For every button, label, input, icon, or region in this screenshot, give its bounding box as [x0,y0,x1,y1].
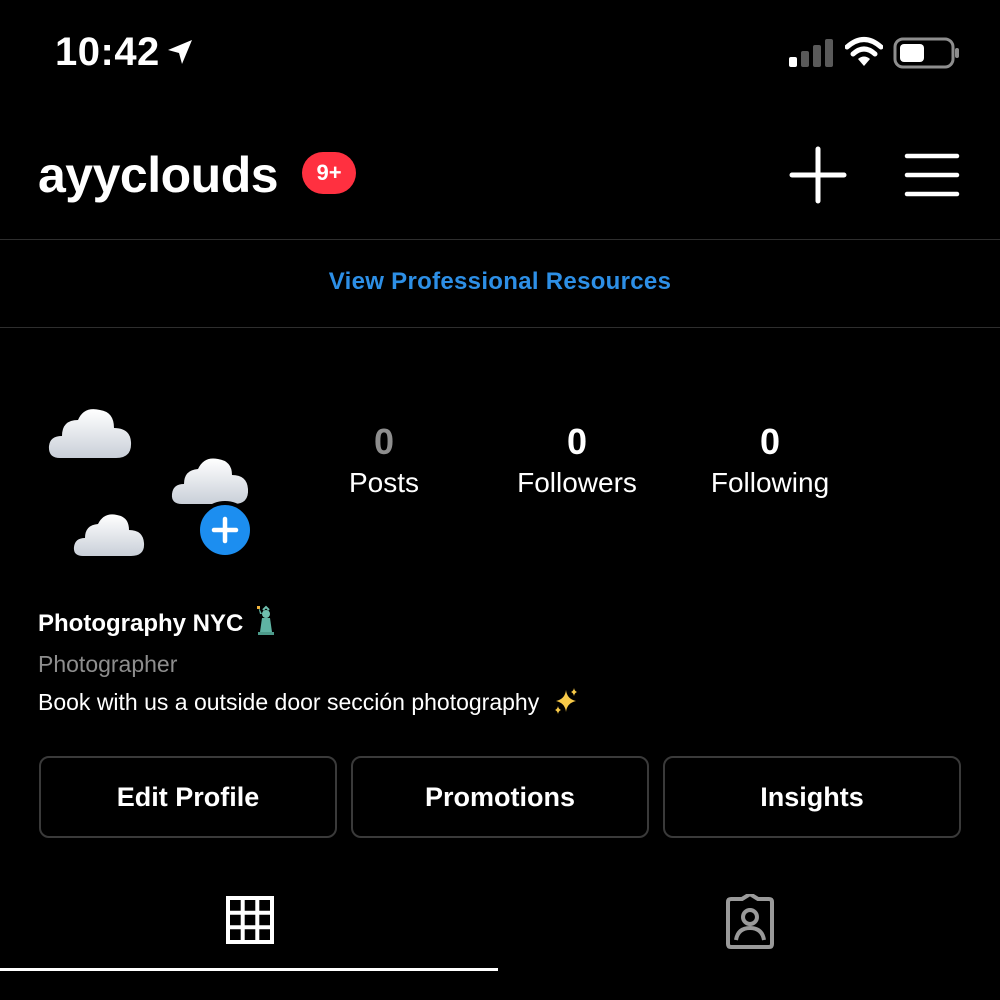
active-tab-indicator [0,968,498,971]
add-story-button[interactable] [196,501,254,559]
status-time: 10:42 [55,30,160,74]
plus-icon[interactable] [788,145,848,205]
followers-count: 0 [566,421,588,462]
profile-header: ayyclouds 9+ [0,120,1000,240]
sparkles-icon [554,688,577,714]
followers-label: Followers [517,467,637,498]
statue-of-liberty-icon [257,605,275,635]
bio-name-text: Photography NYC [38,610,244,637]
promotions-button[interactable]: Promotions [351,756,649,838]
cloud-icon [48,409,132,458]
hamburger-menu-icon[interactable] [904,150,960,200]
tagged-person-icon [726,894,774,949]
posts-count: 0 [373,421,395,462]
status-bar: 10:42 [0,0,1000,100]
stat-followers[interactable]: 0 Followers [487,420,667,502]
cloud-icon [73,514,145,556]
edit-profile-button[interactable]: Edit Profile [39,756,337,838]
cloud-icon [171,458,249,504]
signal-icon [789,39,833,67]
battery-icon [893,37,959,69]
posts-label: Posts [348,467,420,498]
insights-button[interactable]: Insights [663,756,961,838]
stat-posts[interactable]: 0 Posts [294,420,474,502]
stat-following[interactable]: 0 Following [680,420,860,502]
following-count: 0 [759,421,781,462]
following-label: Following [710,467,830,498]
view-professional-resources-link[interactable]: View Professional Resources [0,240,1000,328]
grid-icon [226,896,274,944]
divider [0,327,1000,328]
bio-text: Book with us a outside door sección phot… [38,686,580,718]
bio-name: Photography NYC [38,604,278,640]
wifi-icon [845,37,883,66]
bio-category: Photographer [38,651,178,677]
bio-text-content: Book with us a outside door sección phot… [38,689,540,715]
username[interactable]: ayyclouds [38,145,279,205]
tab-tagged[interactable] [500,880,1000,972]
location-arrow-icon [168,40,192,64]
notification-badge[interactable]: 9+ [302,152,356,194]
plus-circle-icon [211,516,239,544]
tab-grid[interactable] [0,880,500,972]
